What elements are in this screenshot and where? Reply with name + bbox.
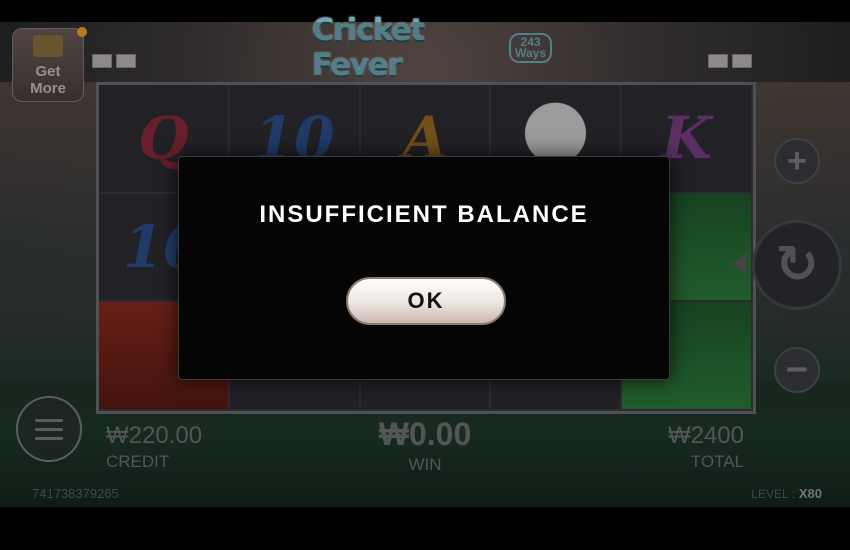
insufficient-balance-dialog: INSUFFICIENT BALANCE OK (178, 156, 670, 380)
ok-label: OK (407, 288, 445, 313)
dialog-message: INSUFFICIENT BALANCE (259, 201, 589, 228)
ok-button[interactable]: OK (346, 277, 506, 325)
bottom-letterbox (0, 507, 850, 550)
